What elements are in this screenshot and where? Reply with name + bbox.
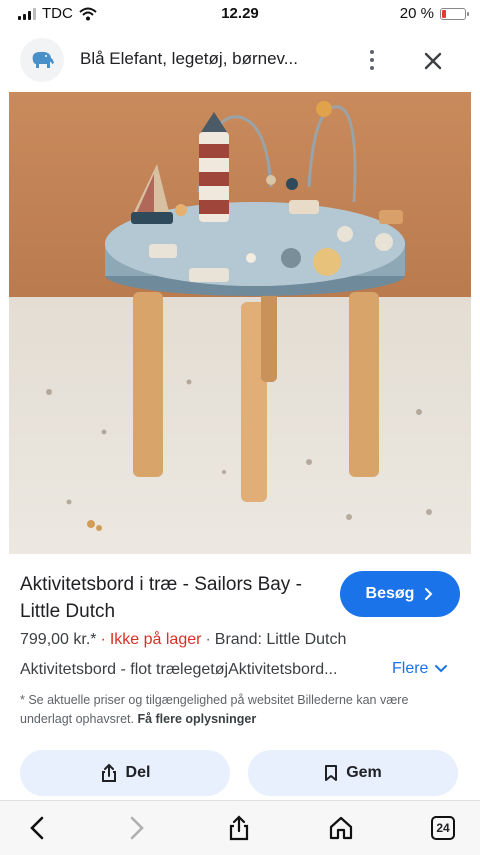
price: 799,00 kr.*	[20, 631, 97, 648]
battery-percent: 20 %	[399, 5, 434, 22]
more-label: Flere	[392, 660, 429, 677]
product-meta: 799,00 kr.* · Ikke på lager · Brand: Little …	[20, 631, 347, 648]
more-info-link[interactable]: Få flere oplysninger	[137, 712, 256, 726]
forward-icon[interactable]	[120, 811, 154, 845]
visit-button[interactable]: Besøg	[340, 571, 460, 617]
chevron-right-icon	[425, 588, 433, 600]
product-description: Aktivitetsbord - flot trælegetøjAktivite…	[20, 661, 338, 678]
visit-label: Besøg	[365, 585, 415, 602]
battery-icon	[440, 7, 469, 20]
home-icon[interactable]	[324, 811, 358, 845]
more-vert-icon[interactable]	[362, 46, 382, 74]
save-button[interactable]: Gem	[248, 750, 458, 796]
status-bar: TDC 12.29 20 %	[0, 0, 480, 28]
elephant-icon	[20, 38, 64, 82]
product-image[interactable]	[9, 92, 471, 554]
battery-level	[442, 9, 447, 18]
tab-title[interactable]: Blå Elefant, legetøj, børnev...	[80, 49, 340, 69]
more-link[interactable]: Flere	[392, 660, 448, 678]
share-sheet-icon[interactable]	[222, 811, 256, 845]
chevron-down-icon	[435, 665, 448, 673]
brand: Brand: Little Dutch	[214, 631, 347, 648]
share-button[interactable]: Del	[20, 750, 230, 796]
product-title[interactable]: Aktivitetsbord i træ - Sailors Bay - Lit…	[20, 571, 320, 625]
back-icon[interactable]	[20, 811, 54, 845]
tabs-icon[interactable]: 24	[426, 811, 460, 845]
share-label: Del	[125, 764, 151, 781]
disclaimer: * Se aktuelle priser og tilgængelighed p…	[20, 691, 460, 729]
bookmark-icon	[325, 765, 338, 781]
tab-header: Blå Elefant, legetøj, børnev...	[0, 36, 480, 84]
share-icon	[101, 763, 116, 782]
stock-status: Ikke på lager	[109, 631, 202, 648]
tabs-count: 24	[431, 816, 455, 840]
browser-toolbar: 24	[0, 800, 480, 855]
save-label: Gem	[346, 764, 382, 781]
close-icon[interactable]	[418, 46, 448, 76]
